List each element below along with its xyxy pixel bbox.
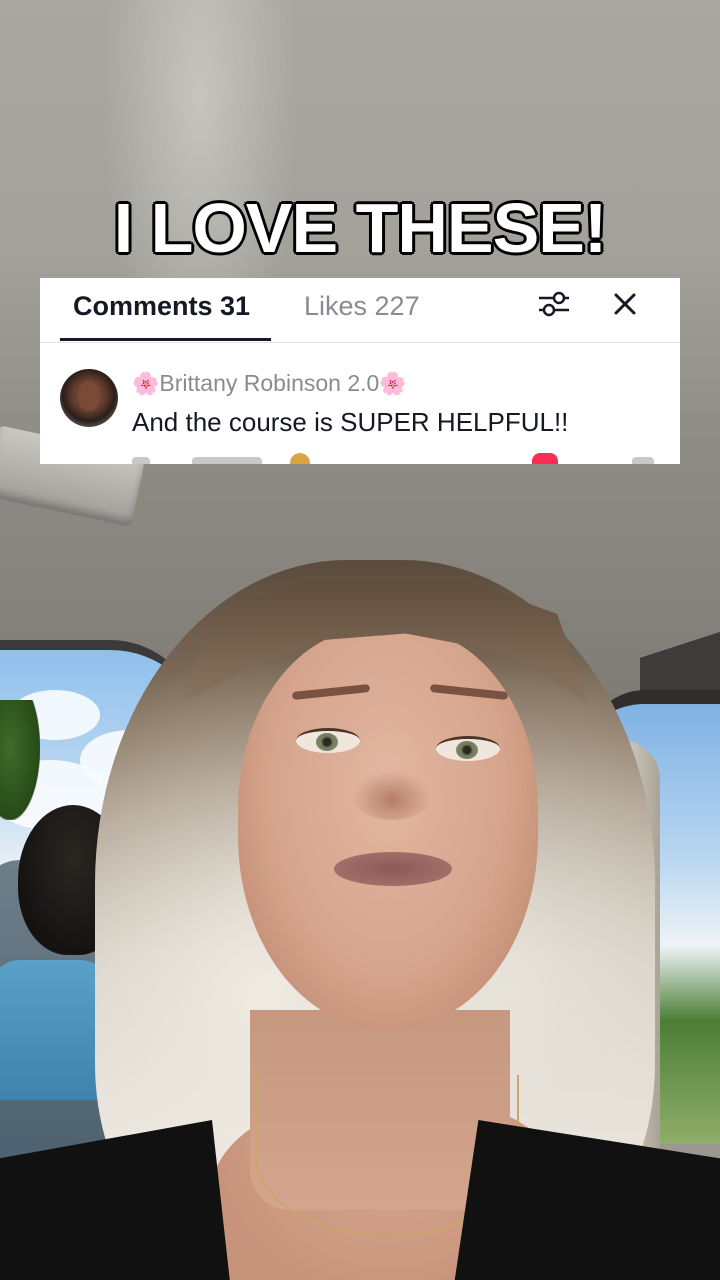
comment-text: And the course is SUPER HELPFUL!! (132, 407, 569, 437)
cropped-text (132, 457, 150, 464)
avatar-face (78, 381, 100, 411)
comment-reply-card[interactable]: Comments 31 Likes 227 🌸Brittany Robinson… (40, 278, 680, 464)
username-text: Brittany Robinson 2.0 (159, 370, 380, 396)
tab-comments[interactable]: Comments 31 (73, 288, 250, 324)
active-tab-indicator (60, 338, 271, 341)
sliders-icon (539, 291, 569, 317)
eye-right (436, 736, 500, 761)
iris (316, 733, 338, 751)
close-icon (614, 293, 636, 315)
cropped-icon (632, 457, 654, 464)
heart-icon (532, 453, 558, 464)
filter-button[interactable] (534, 288, 574, 320)
face (238, 628, 538, 1028)
avatar[interactable] (60, 369, 118, 427)
comment-username[interactable]: 🌸Brittany Robinson 2.0🌸 (132, 367, 407, 400)
video-caption: I LOVE THESE! (113, 189, 608, 267)
eye-left (296, 728, 360, 753)
nose (352, 770, 432, 820)
flower-emoji: 🌸 (132, 371, 160, 396)
cropped-text (192, 457, 262, 464)
cropped-emoji (290, 453, 310, 464)
flower-emoji: 🌸 (379, 371, 407, 396)
iris (456, 741, 478, 759)
trees (0, 700, 40, 820)
close-button[interactable] (609, 288, 641, 320)
comment-item[interactable]: 🌸Brittany Robinson 2.0🌸 And the course i… (40, 343, 680, 464)
tab-likes[interactable]: Likes 227 (304, 288, 420, 324)
lips (334, 852, 452, 886)
passenger-shirt (0, 960, 110, 1100)
comment-tabs: Comments 31 Likes 227 (40, 278, 680, 343)
next-row-peek (132, 453, 654, 464)
